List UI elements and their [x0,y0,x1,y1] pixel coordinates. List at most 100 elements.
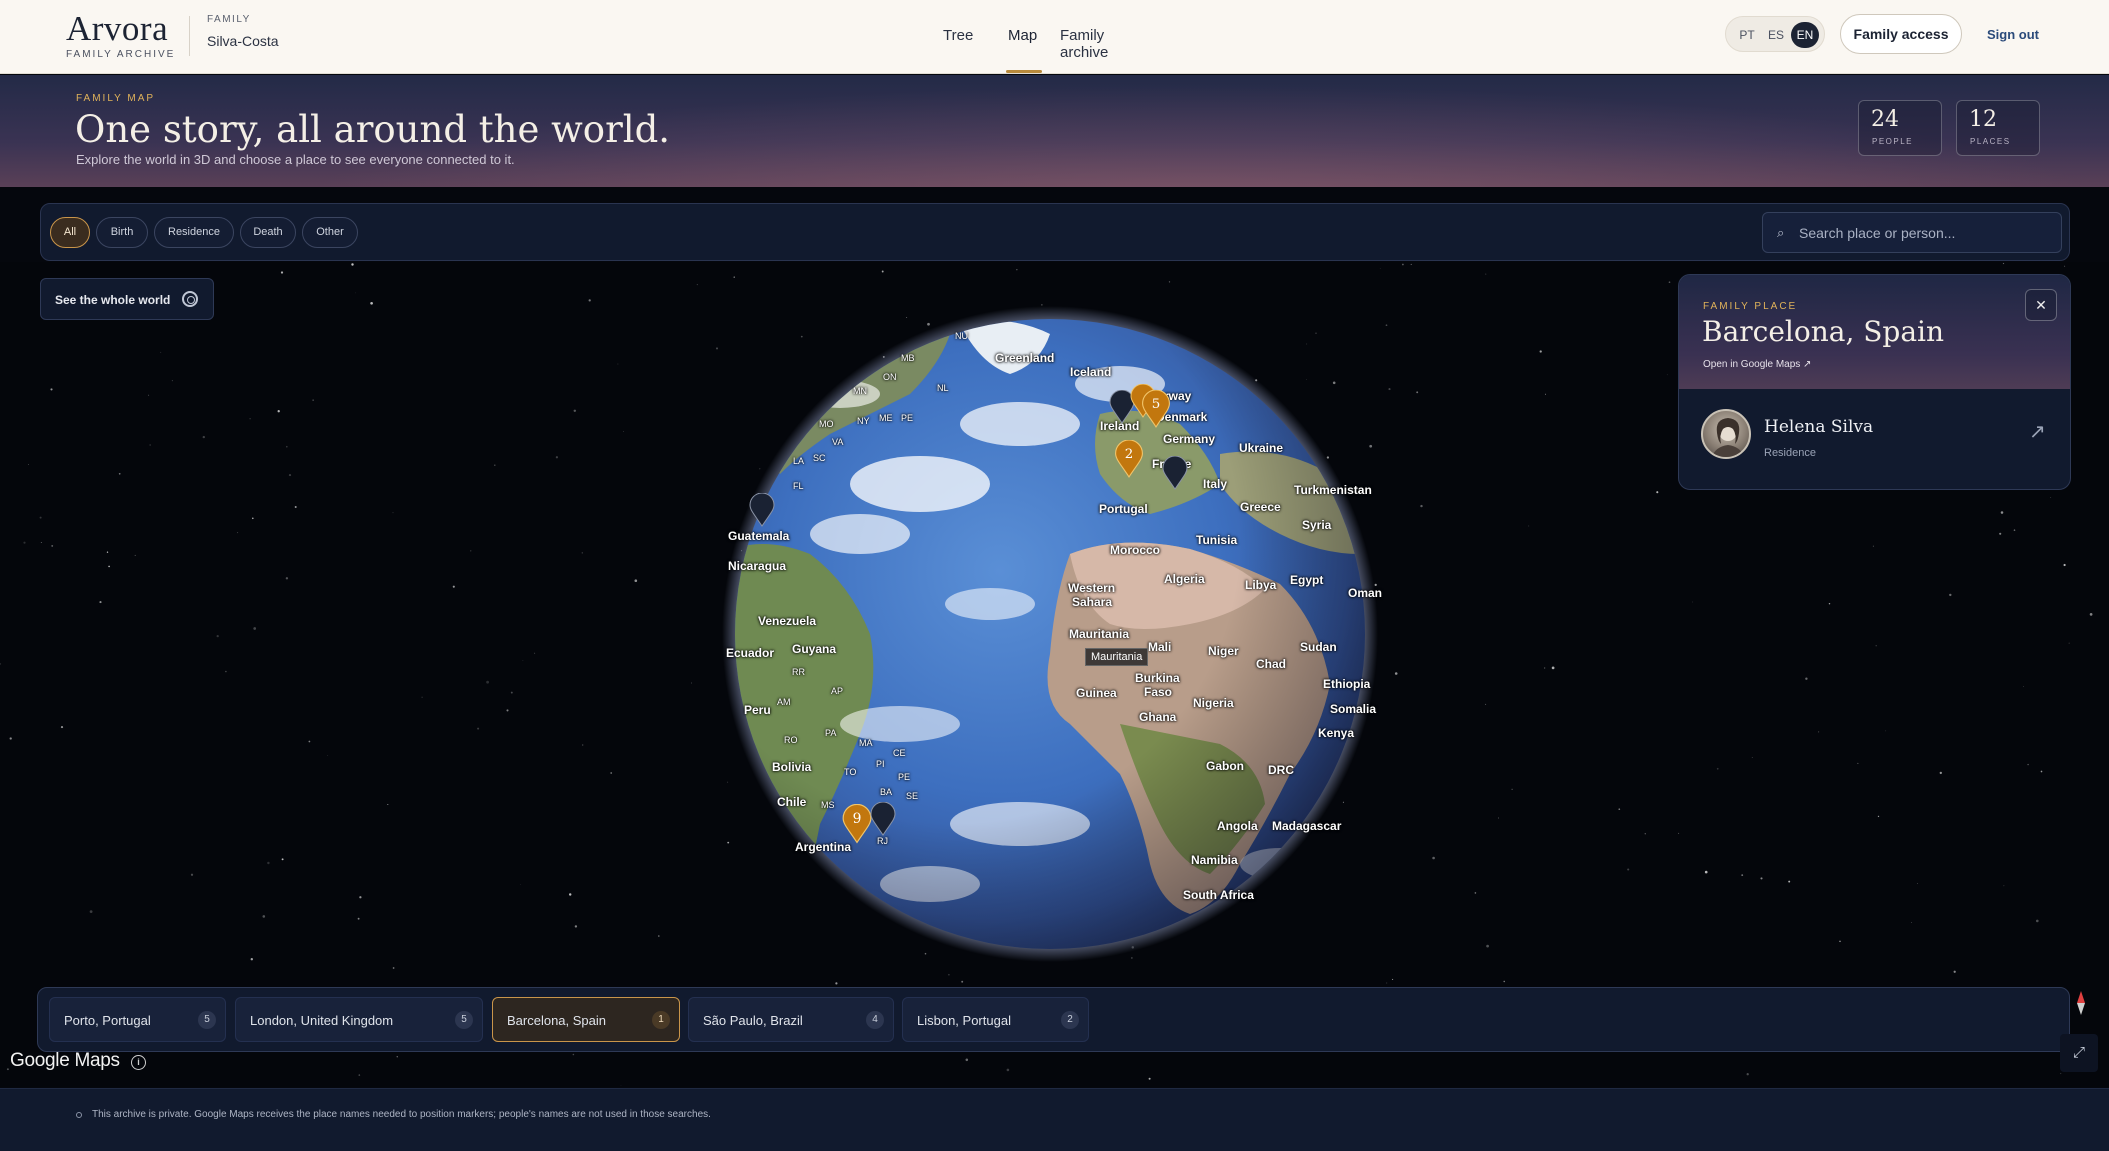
compass-icon[interactable] [2068,990,2094,1016]
stat-people-label: PEOPLE [1872,137,1914,146]
map-label: Chile [777,795,807,809]
filter-residence[interactable]: Residence [154,217,234,248]
lang-pt[interactable]: PT [1733,22,1761,48]
map-pin-dark[interactable] [870,802,896,836]
star [27,463,29,465]
map-label: Tunisia [1196,533,1238,547]
star [1474,892,1477,894]
star [2050,497,2052,499]
family-access-button[interactable]: Family access [1840,14,1962,54]
star [39,516,42,519]
star [568,893,572,896]
pin-count-5: 5 [1152,397,1161,412]
star [555,456,559,459]
star [470,550,472,552]
place-pill[interactable]: São Paulo, Brazil 4 [688,997,894,1042]
star [262,915,266,918]
map-pin-cluster[interactable]: 9 [842,804,872,844]
map-label: BA [880,787,893,797]
globe[interactable] [720,304,1380,964]
map-label: Gabon [1206,759,1244,773]
open-in-google-maps-link[interactable]: Open in Google Maps ↗ [1703,359,1811,370]
map-pin-cluster[interactable]: 5 [1141,390,1171,428]
filter-birth[interactable]: Birth [96,217,148,248]
filter-all[interactable]: All [50,217,90,248]
star [494,464,496,466]
star [1692,601,1694,603]
search-input[interactable] [1799,220,2049,246]
map-label: Ghana [1139,710,1177,724]
target-icon [182,291,198,307]
star [1485,273,1487,275]
info-icon[interactable]: i [131,1055,146,1070]
map-label: TO [844,767,857,777]
star [520,884,522,885]
map-label: MA [859,738,873,748]
star [2002,262,2005,265]
map-pin-dark[interactable] [749,493,775,527]
star [617,363,619,365]
avatar [1701,409,1751,459]
filter-death[interactable]: Death [240,217,296,248]
map-label: ME [879,413,893,423]
star [1402,263,1404,266]
star [1379,268,1381,269]
map-label: Ethiopia [1323,677,1371,691]
place-pill[interactable]: Lisbon, Portugal 2 [902,997,1089,1042]
star [1805,677,1808,680]
map-label: RJ [877,836,888,846]
star [510,691,513,694]
map-label: SC [813,453,826,463]
star [477,727,480,730]
map-label: Venezuela [758,614,817,628]
search-box: ⌕ [1762,212,2062,253]
sign-out-link[interactable]: Sign out [1987,27,2039,42]
person-row[interactable]: Helena Silva Residence ↗ [1679,389,2070,489]
lang-es[interactable]: ES [1762,22,1790,48]
lang-en[interactable]: EN [1791,22,1819,48]
star [392,512,394,514]
star [277,410,280,413]
map-label: Guinea [1076,686,1117,700]
map-label: Turkmenistan [1294,483,1372,497]
filter-bar: All Birth Residence Death Other ⌕ [40,203,2070,261]
family-selector[interactable]: FAMILY Silva-Costa [207,14,279,49]
star [2003,885,2005,887]
place-pill[interactable]: London, United Kingdom 5 [235,997,483,1042]
place-pill-label: São Paulo, Brazil [703,1013,803,1028]
nav-tree[interactable]: Tree [943,27,973,44]
star [1486,944,1489,948]
star [1392,978,1394,980]
map-label: Libya [1245,578,1277,592]
brand-logo[interactable]: Arvora FAMILY ARCHIVE [66,10,175,61]
map-label: Ukraine [1239,441,1284,455]
nav-family-archive[interactable]: Family archive [1060,27,1108,61]
arrow-up-right-icon[interactable]: ↗ [2029,419,2046,444]
see-whole-world-button[interactable]: See the whole world [40,278,214,320]
star [108,565,110,568]
map-label: LA [793,456,805,466]
map-viewport[interactable]: See the whole world NU Greenland Iceland… [0,262,2109,1087]
place-pill[interactable]: Porto, Portugal 5 [49,997,226,1042]
star [657,935,660,937]
fullscreen-icon[interactable]: ⤢ [2060,1034,2098,1072]
nav-map[interactable]: Map [1008,27,1037,44]
map-pin-dark[interactable] [1162,456,1188,490]
star [252,517,254,520]
star [0,663,2,665]
star [1386,982,1388,984]
map-label: RR [792,667,805,677]
map-label: Greece [1240,500,1281,514]
star [622,431,624,432]
map-label: PE [898,772,911,782]
map-label: Namibia [1191,853,1238,867]
map-pin-cluster[interactable]: 2 [1114,440,1144,478]
map-label: South Africa [1183,888,1254,902]
map-label: MN [853,386,867,396]
map-label: CE [893,748,906,758]
star [1528,525,1530,527]
map-label: Angola [1217,819,1258,833]
close-icon[interactable]: ✕ [2025,289,2057,321]
filter-other[interactable]: Other [302,217,358,248]
place-pill-active[interactable]: Barcelona, Spain 1 [492,997,680,1042]
